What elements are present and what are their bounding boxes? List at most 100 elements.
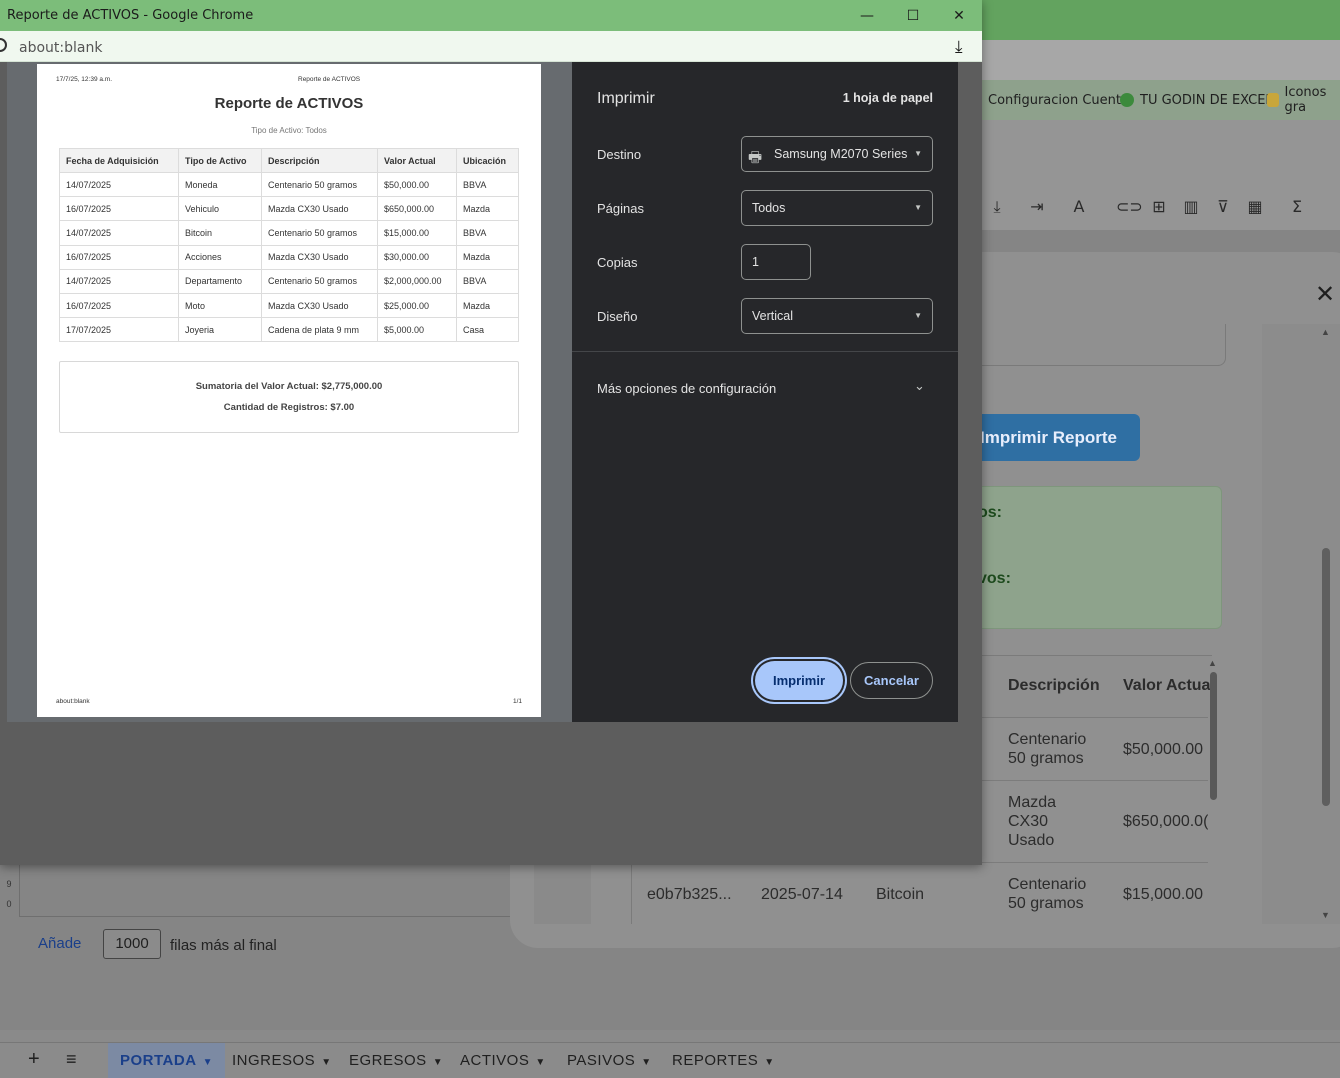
scroll-up-icon[interactable]: ▲ [1208, 658, 1217, 668]
sheet-tab-pasivos[interactable]: PASIVOS ▼ [555, 1043, 664, 1078]
layout-label: Diseño [597, 309, 638, 324]
scroll-down-icon[interactable]: ▼ [1321, 910, 1330, 920]
table-cell-value: $50,000.00 [1123, 741, 1204, 758]
table-row: 17/07/2025 Joyeria Cadena de plata 9 mm $5,… [59, 317, 519, 343]
bookmark-label: Configuracion Cuenta [988, 92, 1129, 108]
add-rows-count-input[interactable]: 1000 [103, 929, 161, 959]
destination-select[interactable]: Samsung M2070 Series ▼ [741, 136, 933, 172]
table-cell-description: Centenario 50 gramos [1008, 731, 1087, 767]
bookmark-tu-godin[interactable]: TU GODIN DE EXCEL [1120, 90, 1273, 110]
table-cell: 17/07/2025 [59, 317, 179, 343]
caret-down-icon: ▼ [764, 1057, 775, 1068]
table-cell: Moneda [178, 171, 262, 198]
text-rotate-icon[interactable]: A [1068, 197, 1090, 217]
copies-input[interactable]: 1 [741, 244, 811, 280]
functions-icon[interactable]: Σ [1286, 197, 1308, 217]
sheet-tab-ingresos[interactable]: INGRESOS ▼ [220, 1043, 344, 1078]
caret-down-icon: ▼ [432, 1057, 444, 1068]
link-icon[interactable]: ⊂⊃ [1116, 197, 1143, 217]
table-cell: BBVA [456, 220, 519, 246]
sheet-tab-reportes[interactable]: REPORTES ▼ [660, 1043, 787, 1078]
bookmark-iconos[interactable]: Iconos gra [1267, 85, 1340, 115]
pages-select[interactable]: Todos ▼ [741, 190, 933, 226]
bookmark-configuracion-cuenta[interactable]: Configuracion Cuenta [988, 90, 1129, 110]
print-button[interactable]: Imprimir [755, 661, 843, 700]
sheet-tab-label: PORTADA [120, 1052, 197, 1069]
table-row: 16/07/2025 Moto Mazda CX30 Usado $25,000.00… [59, 292, 519, 319]
close-icon[interactable]: ✕ [936, 4, 982, 28]
row-number: 9 [6, 879, 12, 889]
table-cell: BBVA [456, 171, 519, 198]
print-title: Imprimir [597, 90, 655, 107]
chart-icon[interactable]: ▥ [1180, 197, 1202, 217]
all-sheets-icon[interactable]: ≡ [66, 1049, 77, 1070]
sheet-tab-label: ACTIVOS [460, 1052, 530, 1069]
print-report-button[interactable]: Imprimir Reporte [960, 414, 1140, 461]
table-row: 14/07/2025 Departamento Centenario 50 gram… [59, 268, 519, 294]
table-cell: Mazda CX30 Usado [261, 292, 378, 319]
table-cell: Vehiculo [178, 196, 262, 222]
bookmark-label: Iconos gra [1284, 85, 1327, 115]
column-header: Tipo de Activo [178, 148, 262, 173]
column-header: Descripción [1008, 677, 1100, 694]
filter-icon[interactable]: ⊽ [1212, 197, 1234, 217]
grid-divider [20, 916, 510, 917]
address-url[interactable]: about:blank [19, 40, 102, 56]
add-rows-button[interactable]: Añade [38, 935, 81, 952]
table-cell: Casa [456, 317, 519, 343]
table-cell-description: Mazda CX30 Usado [1008, 794, 1057, 849]
sheet-tab-egresos[interactable]: EGRESOS ▼ [337, 1043, 455, 1078]
close-icon[interactable]: ✕ [1315, 280, 1335, 309]
destination-value: Samsung M2070 Series [774, 147, 908, 161]
column-header: Valor Actual [377, 148, 457, 173]
table-scrollbar-thumb[interactable] [1210, 672, 1217, 800]
table-cell: BBVA [456, 268, 519, 294]
table-cell: 14/07/2025 [59, 171, 179, 198]
report-summary-box [59, 361, 519, 433]
summary-total: Sumatoria del Valor Actual: $2,775,000.0… [195, 381, 383, 392]
pages-label: Páginas [597, 201, 644, 216]
column-header: Ubicación [456, 148, 519, 173]
download-icon[interactable]: ⤓ [955, 37, 963, 57]
table-cell: $30,000.00 [377, 244, 457, 270]
table-cell: Centenario 50 gramos [261, 171, 378, 198]
sheet-count: 1 hoja de papel [842, 91, 933, 105]
table-cell: 16/07/2025 [59, 196, 179, 222]
table-cell: Mazda CX30 Usado [261, 244, 378, 270]
report-table: Fecha de Adquisición Tipo de Activo Desc… [59, 148, 519, 343]
layout-select[interactable]: Vertical ▼ [741, 298, 933, 334]
table-icon[interactable]: ▦ [1244, 197, 1266, 217]
table-cell: Mazda CX30 Usado [261, 196, 378, 222]
table-row: 14/07/2025 Moneda Centenario 50 gramos $50,… [59, 171, 519, 198]
text-wrap-icon[interactable]: ⇥ [1026, 197, 1048, 217]
table-cell: $25,000.00 [377, 292, 457, 319]
summary-count: Cantidad de Registros: $7.00 [223, 402, 355, 413]
table-row: 16/07/2025 Acciones Mazda CX30 Usado $30,00… [59, 244, 519, 270]
table-cell: Mazda [456, 244, 519, 270]
table-cell: $50,000.00 [377, 171, 457, 198]
table-header-row: Fecha de Adquisición Tipo de Activo Desc… [59, 148, 519, 173]
maximize-icon[interactable]: ☐ [890, 4, 936, 28]
page-footer-number: 1/1 [513, 698, 523, 705]
dialog-scrollbar-thumb[interactable] [1322, 548, 1330, 806]
minimize-icon[interactable]: — [844, 4, 890, 28]
table-cell-type: Bitcoin [876, 886, 925, 903]
chevron-down-icon[interactable]: ⌄ [914, 378, 925, 394]
page-header-date: 17/7/25, 12:39 a.m. [56, 76, 113, 83]
table-cell: 14/07/2025 [59, 220, 179, 246]
table-cell: 16/07/2025 [59, 292, 179, 319]
caret-down-icon: ▼ [321, 1057, 332, 1068]
more-settings-toggle[interactable]: Más opciones de configuración [597, 381, 776, 396]
table-cell: $5,000.00 [377, 317, 457, 343]
table-cell: Departamento [178, 268, 262, 294]
column-divider [631, 862, 632, 924]
valign-icon[interactable]: ⤓ [986, 197, 1008, 217]
comment-icon[interactable]: ⊞ [1148, 197, 1170, 217]
cancel-button[interactable]: Cancelar [850, 662, 933, 699]
row-selector-column [534, 862, 591, 924]
add-sheet-icon[interactable]: + [28, 1048, 40, 1071]
scroll-up-icon[interactable]: ▲ [1321, 327, 1330, 337]
sheet-tab-portada[interactable]: PORTADA ▼ [108, 1043, 225, 1078]
dialog-select-field[interactable] [970, 324, 1226, 366]
sheet-tab-activos[interactable]: ACTIVOS ▼ [448, 1043, 558, 1078]
